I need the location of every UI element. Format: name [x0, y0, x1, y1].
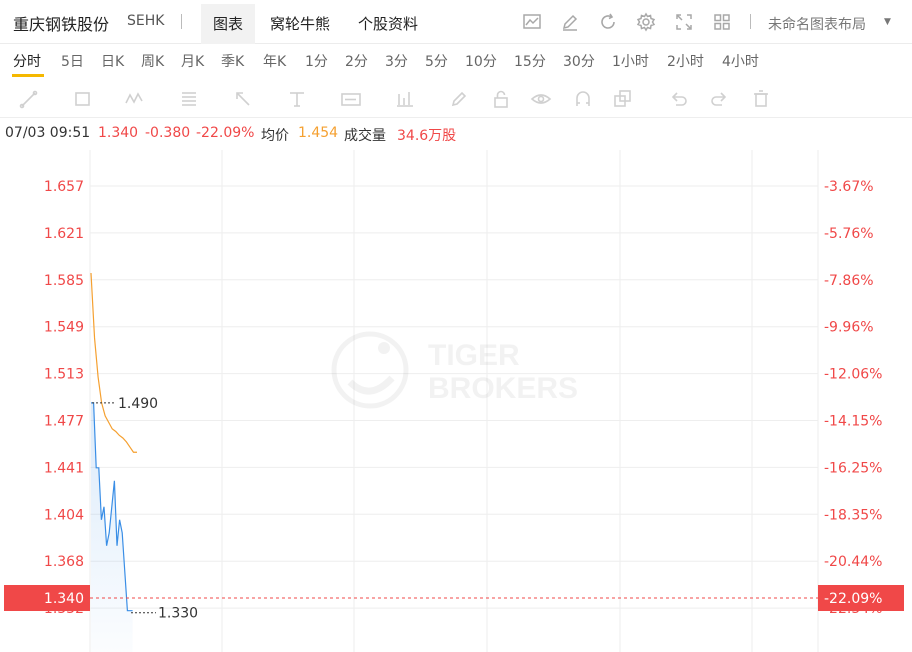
lock-icon[interactable]: [490, 88, 512, 110]
period-14[interactable]: 1小时: [612, 51, 649, 71]
period-3[interactable]: 周K: [141, 51, 164, 71]
percent-axis: -3.67% -5.76% -7.86% -9.96% -12.06% -14.15% -1…: [824, 179, 882, 617]
period-16[interactable]: 4小时: [722, 51, 759, 71]
volume-label: 成交量: [344, 128, 386, 144]
period-13[interactable]: 30分: [563, 51, 595, 71]
drawing-toolbar: [0, 80, 912, 118]
text-tool-icon[interactable]: [286, 88, 308, 110]
quote-info-bar: 07/03 09:51 1.340 -0.380 -22.09% 均价 1.45…: [0, 122, 912, 148]
volume-value: 34.6万股: [397, 128, 457, 144]
stock-name: 重庆钢铁股份: [13, 15, 110, 34]
avg-price-label: 均价: [261, 128, 289, 144]
watermark-line1: TIGER: [428, 339, 520, 372]
chart-series: [90, 272, 137, 652]
percent-tick-label: -18.35%: [824, 507, 882, 523]
period-11[interactable]: 10分: [465, 51, 497, 71]
refresh-icon[interactable]: [598, 12, 618, 32]
percent-tick-label: -20.44%: [824, 554, 882, 570]
current-price-marker: 1.340 -22.09%: [4, 585, 904, 611]
percent-tick-label: -14.15%: [824, 414, 882, 430]
price-tick-label: 1.657: [44, 179, 84, 195]
price-tick-label: 1.621: [44, 226, 84, 242]
period-1[interactable]: 5日: [61, 51, 84, 71]
watermark-line2: BROKERS: [428, 372, 578, 405]
price-area-fill: [91, 402, 133, 652]
grid-layout-icon[interactable]: [712, 12, 732, 32]
settings-gear-icon[interactable]: [636, 12, 656, 32]
price-tick-label: 1.477: [44, 414, 84, 430]
eye-icon[interactable]: [530, 88, 552, 110]
percent-tick-label: -7.86%: [824, 273, 874, 289]
chart-line-icon[interactable]: [522, 12, 542, 32]
tab-warrants[interactable]: 窝轮牛熊: [258, 4, 342, 44]
undo-icon[interactable]: [668, 88, 690, 110]
current-price-label: 1.340: [44, 591, 84, 607]
tab-stock-profile[interactable]: 个股资料: [346, 4, 430, 44]
period-10[interactable]: 5分: [425, 51, 448, 71]
redo-icon[interactable]: [708, 88, 730, 110]
rectangle-tool-icon[interactable]: [72, 88, 94, 110]
tab-warrants-label: 窝轮牛熊: [270, 15, 331, 33]
layout-name[interactable]: 未命名图表布局: [768, 14, 866, 34]
percent-tick-label: -9.96%: [824, 320, 874, 336]
divider: [750, 14, 751, 29]
period-0[interactable]: 分时: [13, 51, 41, 71]
chevron-down-icon[interactable]: ▼: [884, 17, 891, 27]
avg-price-line: [90, 272, 137, 453]
price-tick-label: 1.549: [44, 320, 84, 336]
percent-tick-label: -3.67%: [824, 179, 874, 195]
active-period-underline: [12, 74, 44, 77]
tiger-brokers-watermark: TIGER BROKERS: [331, 331, 578, 409]
period-15[interactable]: 2小时: [667, 51, 704, 71]
top-bar: 重庆钢铁股份 SEHK 图表 窝轮牛熊 个股资料 未命名图表布局 ▼: [0, 0, 912, 44]
tab-chart-label: 图表: [213, 15, 244, 33]
trash-icon[interactable]: [750, 88, 772, 110]
price-axis: 1.657 1.621 1.585 1.549 1.513 1.477 1.441 1.404…: [44, 179, 84, 617]
fullscreen-icon[interactable]: [674, 12, 694, 32]
price-tick-label: 1.368: [44, 554, 84, 570]
intraday-chart[interactable]: TIGER BROKERS 1.6571.6211.5851.5491.5131…: [0, 150, 912, 652]
high-marker-label: 1.490: [118, 396, 158, 412]
period-6[interactable]: 年K: [263, 51, 286, 71]
clone-icon[interactable]: [612, 88, 634, 110]
quote-datetime: 07/03 09:51: [5, 125, 91, 141]
period-2[interactable]: 日K: [101, 51, 124, 71]
period-12[interactable]: 15分: [514, 51, 546, 71]
percent-tick-label: -16.25%: [824, 460, 882, 476]
period-7[interactable]: 1分: [305, 51, 328, 71]
quote-price: 1.340: [98, 125, 139, 141]
period-selector: 分时 5日 日K 周K 月K 季K 年K 1分 2分 3分 5分 10分 15分 30分 1小时 2小时 4小时: [0, 44, 912, 78]
pencil-icon[interactable]: [448, 88, 470, 110]
tab-stock-profile-label: 个股资料: [358, 15, 419, 33]
pattern-tool-icon[interactable]: [124, 88, 146, 110]
quote-change: -0.380: [145, 125, 191, 141]
divider: [181, 14, 182, 29]
period-8[interactable]: 2分: [345, 51, 368, 71]
price-label-tool-icon[interactable]: [340, 88, 362, 110]
exchange-label: SEHK: [127, 13, 165, 29]
period-5[interactable]: 季K: [221, 51, 244, 71]
price-tick-label: 1.585: [44, 273, 84, 289]
magnet-icon[interactable]: [572, 88, 594, 110]
tab-chart[interactable]: 图表: [201, 4, 256, 44]
quote-change-pct: -22.09%: [196, 125, 255, 141]
price-tick-label: 1.441: [44, 460, 84, 476]
arrow-tool-icon[interactable]: [232, 88, 254, 110]
measure-tool-icon[interactable]: [394, 88, 416, 110]
current-pct-label: -22.09%: [824, 591, 882, 607]
low-marker-label: 1.330: [158, 606, 198, 622]
percent-tick-label: -12.06%: [824, 367, 882, 383]
edit-icon[interactable]: [560, 12, 580, 32]
percent-tick-label: -5.76%: [824, 226, 874, 242]
fibonacci-tool-icon[interactable]: [178, 88, 200, 110]
period-9[interactable]: 3分: [385, 51, 408, 71]
price-tick-label: 1.404: [44, 507, 84, 523]
price-tick-label: 1.513: [44, 367, 84, 383]
avg-price-value: 1.454: [298, 125, 339, 141]
line-tool-icon[interactable]: [18, 88, 40, 110]
period-4[interactable]: 月K: [181, 51, 204, 71]
